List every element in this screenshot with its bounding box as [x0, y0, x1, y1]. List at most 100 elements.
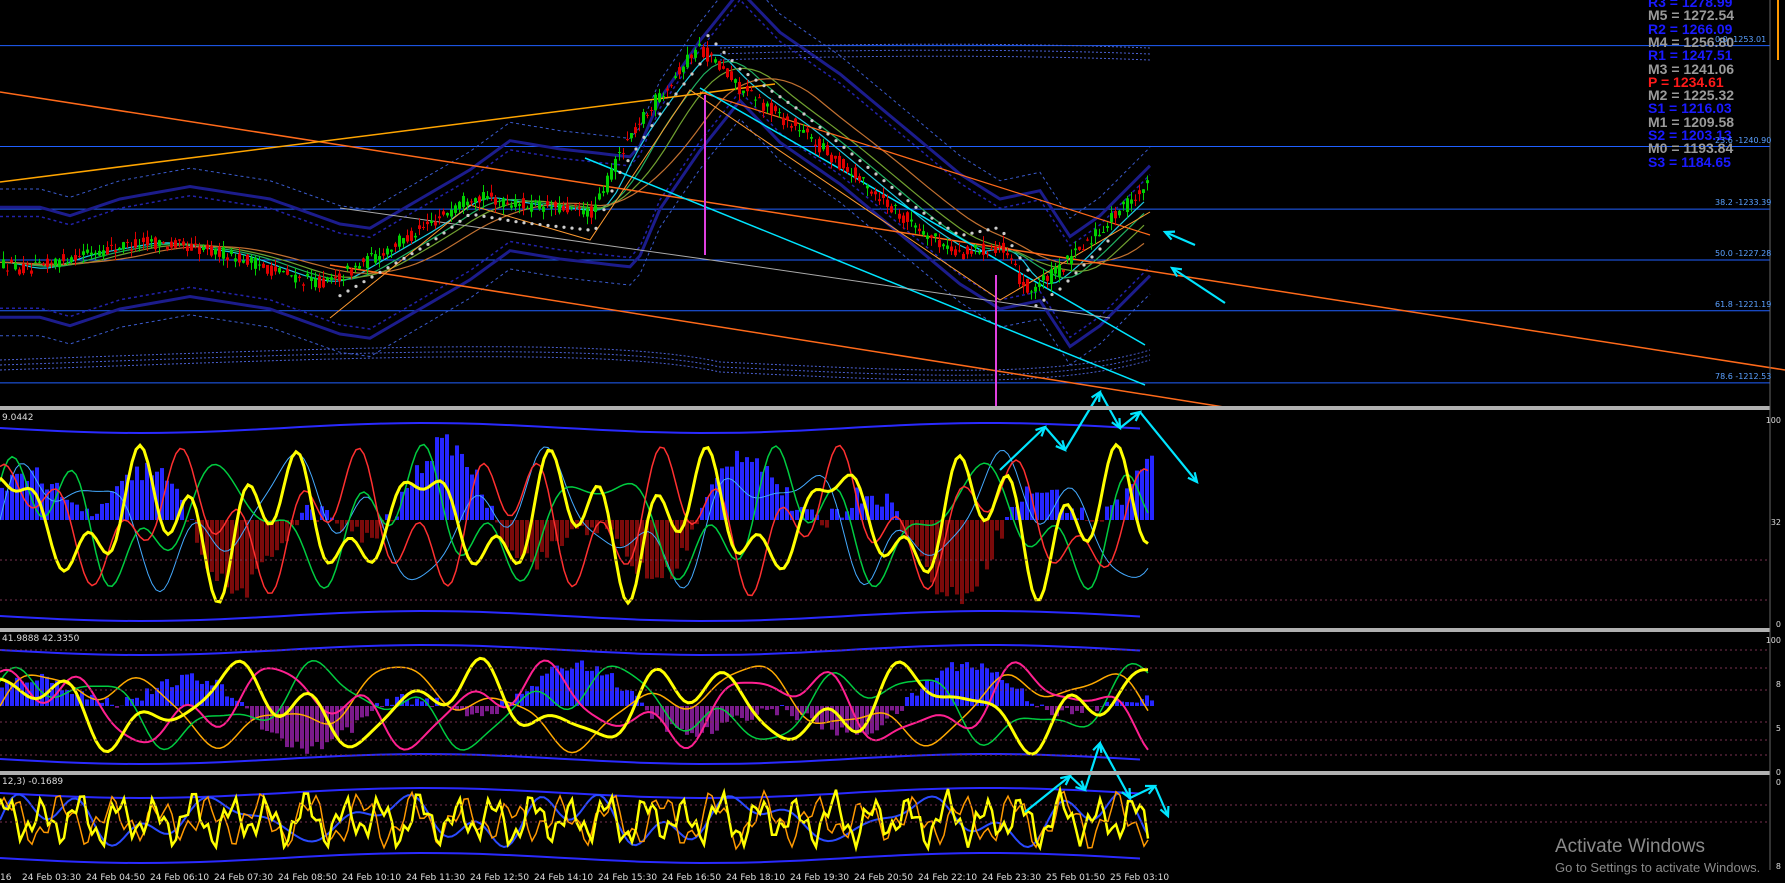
histogram-bar: [1000, 680, 1004, 706]
time-axis-label: 24 Feb 18:10: [726, 873, 786, 883]
candle-body: [294, 274, 297, 283]
candle-body: [550, 207, 553, 209]
pane-divider-3[interactable]: [0, 771, 1770, 775]
histogram-bar: [550, 520, 554, 542]
candle-body: [746, 85, 749, 92]
histogram-bar: [515, 520, 519, 558]
pane-divider-1[interactable]: [0, 406, 1770, 410]
histogram-bar: [150, 694, 154, 706]
histogram-bar: [135, 466, 139, 520]
time-axis-label: 24 Feb 04:50: [86, 873, 146, 883]
parabolic-dot: [514, 220, 518, 224]
parabolic-dot: [370, 275, 374, 279]
parabolic-dot: [658, 112, 662, 116]
histogram-bar: [600, 520, 604, 522]
histogram-bar: [70, 502, 74, 520]
candle-body: [770, 102, 773, 115]
histogram-bar: [590, 670, 594, 706]
candle-body: [534, 200, 537, 203]
candle-body: [786, 116, 789, 120]
pane-divider-2[interactable]: [0, 628, 1770, 632]
scroll-marker[interactable]: [1777, 0, 1779, 60]
candle-body: [990, 249, 993, 251]
candle-body: [326, 277, 329, 281]
trading-chart[interactable]: [0, 0, 1785, 883]
candle-body: [578, 207, 581, 210]
candle-body: [370, 253, 373, 255]
parabolic-dot: [594, 226, 598, 230]
candle-body: [494, 197, 497, 205]
scale-tick-label: 32: [1770, 518, 1781, 527]
candle-body: [246, 254, 249, 265]
time-axis-label: 25 Feb 01:50: [1046, 873, 1106, 883]
candle-body: [662, 95, 665, 97]
histogram-bar: [985, 520, 989, 570]
histogram-bar: [1145, 695, 1149, 706]
candle-body: [1030, 291, 1033, 293]
candle-body: [754, 99, 757, 101]
parabolic-dot: [682, 82, 686, 86]
candle-body: [718, 61, 721, 70]
histogram-bar: [585, 520, 589, 536]
histogram-bar: [115, 486, 119, 520]
candle-body: [914, 225, 917, 228]
candle-body: [826, 145, 829, 156]
candle-body: [134, 239, 137, 248]
candle-body: [658, 93, 661, 102]
histogram-bar: [195, 680, 199, 706]
candle-body: [26, 263, 29, 265]
candle-body: [302, 284, 305, 286]
candle-body: [870, 191, 873, 194]
parabolic-dot: [674, 92, 678, 96]
candle-body: [314, 278, 317, 288]
parabolic-dot: [1074, 271, 1078, 275]
candle-body: [922, 231, 925, 235]
candle-body: [506, 202, 509, 204]
candle-body: [930, 235, 933, 238]
candle-body: [1006, 253, 1009, 256]
parabolic-dot: [474, 213, 478, 217]
candle-body: [402, 238, 405, 244]
candle-body: [202, 246, 205, 251]
candle-body: [542, 206, 545, 212]
candle-body: [30, 270, 33, 274]
candle-body: [858, 176, 861, 182]
candle-body: [850, 174, 853, 176]
histogram-bar: [915, 695, 919, 706]
histogram-bar: [590, 520, 594, 528]
parabolic-dot: [586, 228, 590, 232]
histogram-bar: [895, 706, 899, 715]
histogram-bar: [1030, 703, 1034, 706]
time-axis-label: 24 Feb 15:30: [598, 873, 658, 883]
candle-body: [834, 155, 837, 159]
candle-body: [90, 252, 93, 255]
watermark-subtitle: Go to Settings to activate Windows.: [1555, 860, 1761, 875]
time-axis-label: 24 Feb 14:10: [534, 873, 594, 883]
parabolic-dot: [810, 119, 814, 123]
candle-body: [1062, 269, 1065, 272]
candle-body: [906, 212, 909, 222]
histogram-bar: [355, 520, 359, 527]
scale-tick-label: 8: [1775, 680, 1781, 689]
time-axis-label: 24 Feb 12:50: [470, 873, 530, 883]
histogram-bar: [955, 671, 959, 706]
candle-body: [646, 114, 649, 116]
time-axis-label: 16: [0, 873, 12, 883]
candle-body: [110, 244, 113, 246]
candle-body: [1110, 213, 1113, 223]
candle-body: [186, 246, 189, 252]
parabolic-dot: [746, 72, 750, 77]
fib-level-label: 38.2 -1233.39: [1715, 198, 1772, 208]
candle-body: [1046, 275, 1049, 281]
time-axis-label: 24 Feb 23:30: [982, 873, 1042, 883]
histogram-bar: [455, 445, 459, 520]
candle-body: [410, 230, 413, 241]
histogram-bar: [85, 699, 89, 706]
histogram-bar: [260, 706, 264, 730]
candle-body: [454, 205, 457, 213]
histogram-bar: [595, 666, 599, 706]
parabolic-dot: [410, 252, 414, 256]
candle-body: [666, 88, 669, 91]
candle-body: [610, 168, 613, 180]
histogram-bar: [1090, 520, 1094, 522]
